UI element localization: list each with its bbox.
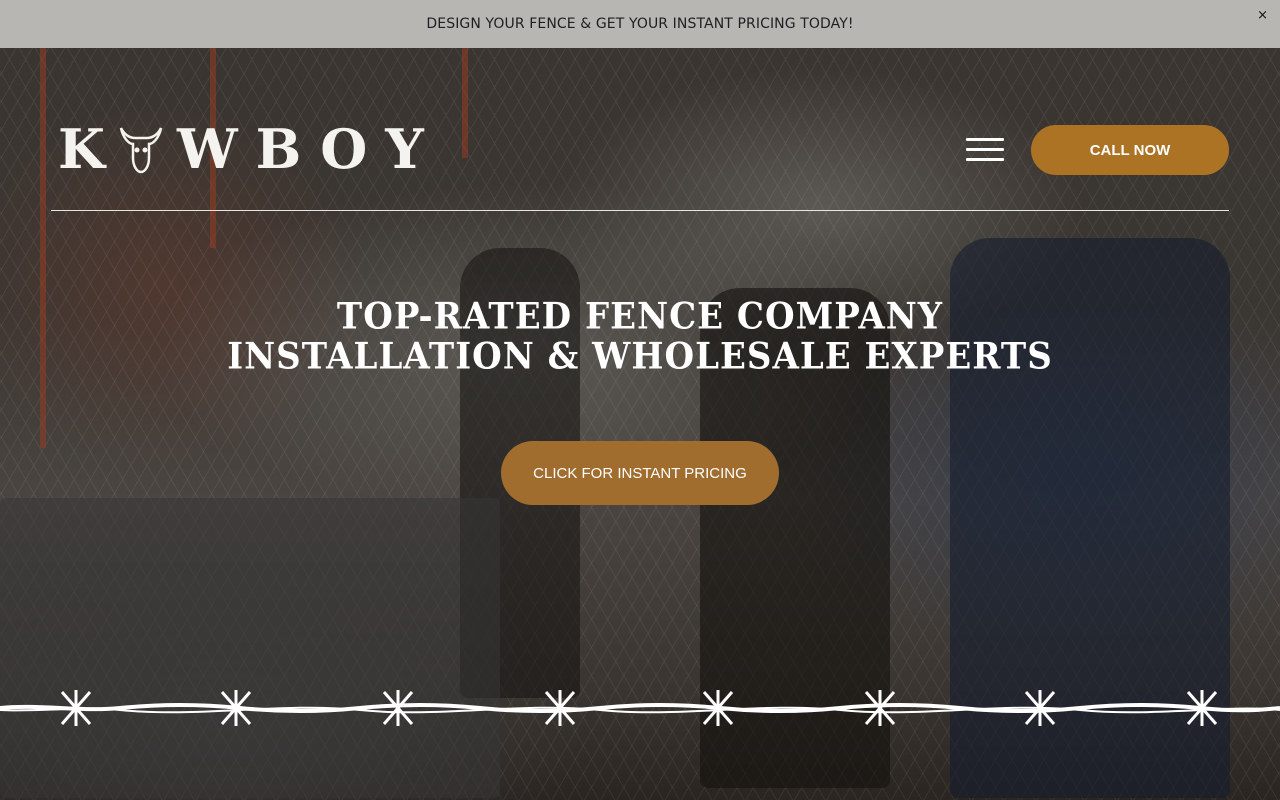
announcement-text[interactable]: DESIGN YOUR FENCE & GET YOUR INSTANT PRI…: [426, 16, 853, 32]
logo-letter: K: [58, 117, 123, 181]
bull-skull-icon: [119, 122, 163, 176]
call-now-button[interactable]: CALL NOW: [1031, 125, 1229, 175]
scaffold-post: [40, 48, 46, 448]
announcement-bar: DESIGN YOUR FENCE & GET YOUR INSTANT PRI…: [0, 0, 1280, 48]
scaffold-post: [462, 48, 468, 158]
instant-pricing-button[interactable]: CLICK FOR INSTANT PRICING: [501, 441, 779, 505]
site-logo[interactable]: K WBOY: [58, 117, 442, 181]
logo-letters: WBOY: [176, 117, 442, 181]
close-icon[interactable]: ×: [1257, 8, 1268, 23]
hero-headline: TOP-RATED FENCE COMPANY INSTALLATION & W…: [0, 297, 1280, 377]
headline-line-2: INSTALLATION & WHOLESALE EXPERTS: [227, 334, 1053, 379]
barbed-wire-icon: [0, 690, 1280, 726]
page: DESIGN YOUR FENCE & GET YOUR INSTANT PRI…: [0, 0, 1280, 800]
hamburger-menu-icon[interactable]: [966, 138, 1004, 162]
dumpster-shape: [0, 498, 500, 798]
header-divider: [51, 210, 1229, 211]
headline-line-1: TOP-RATED FENCE COMPANY: [336, 294, 944, 339]
